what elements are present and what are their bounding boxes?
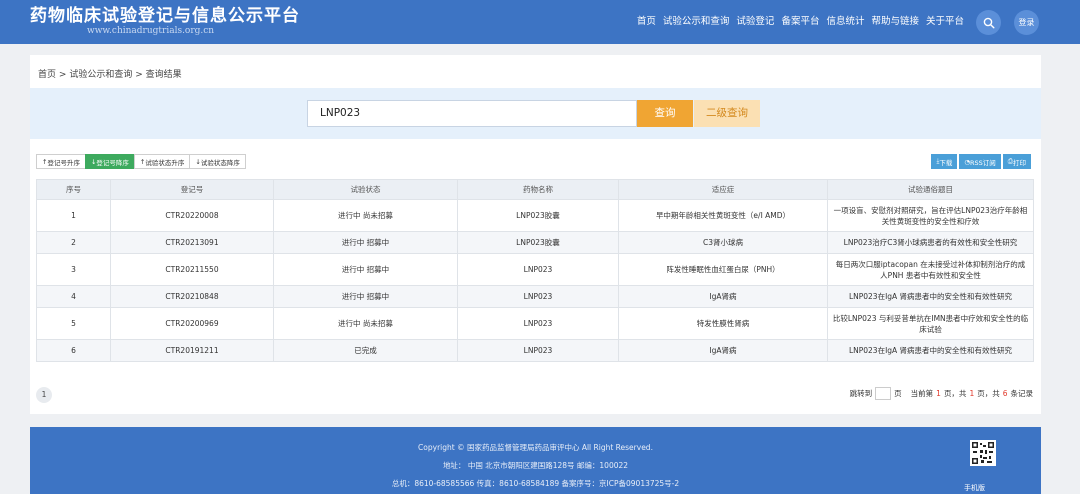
table-row[interactable]: 5 CTR20200969 进行中 尚未招募 LNP023 特发性膜性肾病 比较… <box>36 307 1034 340</box>
main-nav: 首页 试验公示和查询 试验登记 备案平台 信息统计 帮助与链接 关于平台 <box>637 16 964 28</box>
breadcrumb-separator: > <box>135 70 143 80</box>
login-button[interactable]: 登录 <box>1014 10 1039 35</box>
brand-logo[interactable]: 药物临床试验登记与信息公示平台 www.chinadrugtrials.org.… <box>30 6 300 36</box>
qr-code-icon <box>970 440 996 466</box>
search-icon <box>983 17 995 29</box>
nav-trial-register[interactable]: 试验登记 <box>736 16 774 28</box>
breadcrumb-home[interactable]: 首页 <box>38 70 56 80</box>
trial-title-link[interactable]: LNP023在IgA 肾病患者中的安全性和有效性研究 <box>827 285 1034 308</box>
print-button[interactable]: ⎙ 打印 <box>1002 154 1031 169</box>
table-row[interactable]: 4 CTR20210848 进行中 招募中 LNP023 IgA肾病 LNP02… <box>36 285 1034 308</box>
site-title: 药物临床试验登记与信息公示平台 <box>30 6 300 26</box>
page-footer: Copyright © 国家药品监督管理局药品审评中心 All Right Re… <box>30 427 1041 494</box>
page-jump-input[interactable] <box>875 387 892 400</box>
reg-no-link[interactable]: CTR20211550 <box>110 253 274 286</box>
breadcrumb: 首页 > 试验公示和查询 > 查询结果 <box>38 67 182 80</box>
sort-reg-asc-button[interactable]: ↑ 登记号升序 <box>36 154 86 169</box>
table-row[interactable]: 2 CTR20213091 进行中 招募中 LNP023胶囊 C3肾小球病 LN… <box>36 231 1034 254</box>
pagination-page-1[interactable]: 1 <box>36 387 52 403</box>
rss-button[interactable]: ◔ RSS订阅 <box>959 154 1001 169</box>
pagination-summary: 跳转到 页 当前第 1 页，共 1 页，共 6 条记录 <box>849 387 1033 400</box>
nav-help[interactable]: 帮助与链接 <box>871 16 919 28</box>
total-records-number: 6 <box>1002 389 1008 398</box>
reg-no-link[interactable]: CTR20191211 <box>110 339 274 362</box>
current-page-number: 1 <box>936 389 941 398</box>
sort-controls: ↑ 登记号升序 ↓ 登记号降序 ↑ 试验状态升序 ↓ 试验状态降序 <box>36 154 246 169</box>
search-bar: LNP023 查询 二级查询 <box>30 88 1041 139</box>
nav-home[interactable]: 首页 <box>637 16 656 28</box>
nav-statistics[interactable]: 信息统计 <box>826 16 864 28</box>
advanced-query-button[interactable]: 二级查询 <box>694 100 760 127</box>
results-panel: 首页 > 试验公示和查询 > 查询结果 LNP023 查询 二级查询 ↑ 登记号… <box>30 55 1041 414</box>
reg-no-link[interactable]: CTR20210848 <box>110 285 274 308</box>
col-header-index: 序号 <box>36 179 111 200</box>
trial-title-link[interactable]: 比较LNP023 与利妥昔单抗在IMN患者中疗效和安全性的临床试验 <box>827 307 1034 340</box>
col-header-drug: 药物名称 <box>457 179 619 200</box>
footer-copyright: Copyright © 国家药品监督管理局药品审评中心 All Right Re… <box>418 443 653 452</box>
nav-filing[interactable]: 备案平台 <box>781 16 819 28</box>
top-header: 药物临床试验登记与信息公示平台 www.chinadrugtrials.org.… <box>0 0 1080 44</box>
reg-no-link[interactable]: CTR20220008 <box>110 199 274 232</box>
col-header-status: 试验状态 <box>273 179 458 200</box>
table-header-row: 序号 登记号 试验状态 药物名称 适应症 试验通俗题目 <box>36 179 1034 200</box>
col-header-reg-no: 登记号 <box>110 179 274 200</box>
results-table: 序号 登记号 试验状态 药物名称 适应症 试验通俗题目 1 CTR2022000… <box>36 179 1034 362</box>
qr-label: 手机版 <box>964 484 985 492</box>
table-row[interactable]: 1 CTR20220008 进行中 尚未招募 LNP023胶囊 早中期年龄相关性… <box>36 199 1034 232</box>
table-row[interactable]: 3 CTR20211550 进行中 招募中 LNP023 阵发性睡眠性血红蛋白尿… <box>36 253 1034 286</box>
breadcrumb-separator: > <box>58 70 67 80</box>
download-button[interactable]: ⤓ 下载 <box>931 154 958 169</box>
col-header-indication: 适应症 <box>618 179 828 200</box>
sort-status-desc-button[interactable]: ↓ 试验状态降序 <box>189 154 246 169</box>
trial-title-link[interactable]: 一项设盲、安慰剂对照研究，旨在评估LNP023治疗年龄相关性黄斑变性的安全性和疗… <box>827 199 1034 232</box>
footer-address: 地址： 中国 北京市朝阳区建国路128号 邮编：100022 <box>442 461 629 470</box>
trial-title-link[interactable]: LNP023治疗C3肾小球病患者的有效性和安全性研究 <box>827 231 1034 254</box>
nav-trial-query[interactable]: 试验公示和查询 <box>663 16 730 28</box>
total-pages-number: 1 <box>969 389 975 398</box>
export-tools: ⤓ 下载 ◔ RSS订阅 ⎙ 打印 <box>931 154 1031 169</box>
sort-reg-desc-button[interactable]: ↓ 登记号降序 <box>84 154 135 169</box>
query-button[interactable]: 查询 <box>637 100 693 127</box>
col-header-title: 试验通俗题目 <box>827 179 1034 200</box>
reg-no-link[interactable]: CTR20213091 <box>110 231 274 254</box>
table-row[interactable]: 6 CTR20191211 已完成 LNP023 IgA肾病 LNP023在Ig… <box>36 339 1034 362</box>
sort-status-asc-button[interactable]: ↑ 试验状态升序 <box>133 154 191 169</box>
nav-about[interactable]: 关于平台 <box>926 16 964 28</box>
breadcrumb-trial-query[interactable]: 试验公示和查询 <box>69 70 132 80</box>
footer-contact: 总机：8610-68585566 传真：8610-68584189 备案序号：京… <box>391 479 680 488</box>
trial-title-link[interactable]: LNP023在IgA 肾病患者中的安全性和有效性研究 <box>827 339 1034 362</box>
breadcrumb-current: 查询结果 <box>145 70 182 80</box>
reg-no-link[interactable]: CTR20200969 <box>110 307 274 340</box>
search-input[interactable]: LNP023 <box>307 100 637 127</box>
header-search-button[interactable] <box>976 10 1001 35</box>
trial-title-link[interactable]: 每日两次口服iptacopan 在未接受过补体抑制剂治疗的成人PNH 患者中有效… <box>827 253 1034 286</box>
site-url: www.chinadrugtrials.org.cn <box>87 26 215 36</box>
